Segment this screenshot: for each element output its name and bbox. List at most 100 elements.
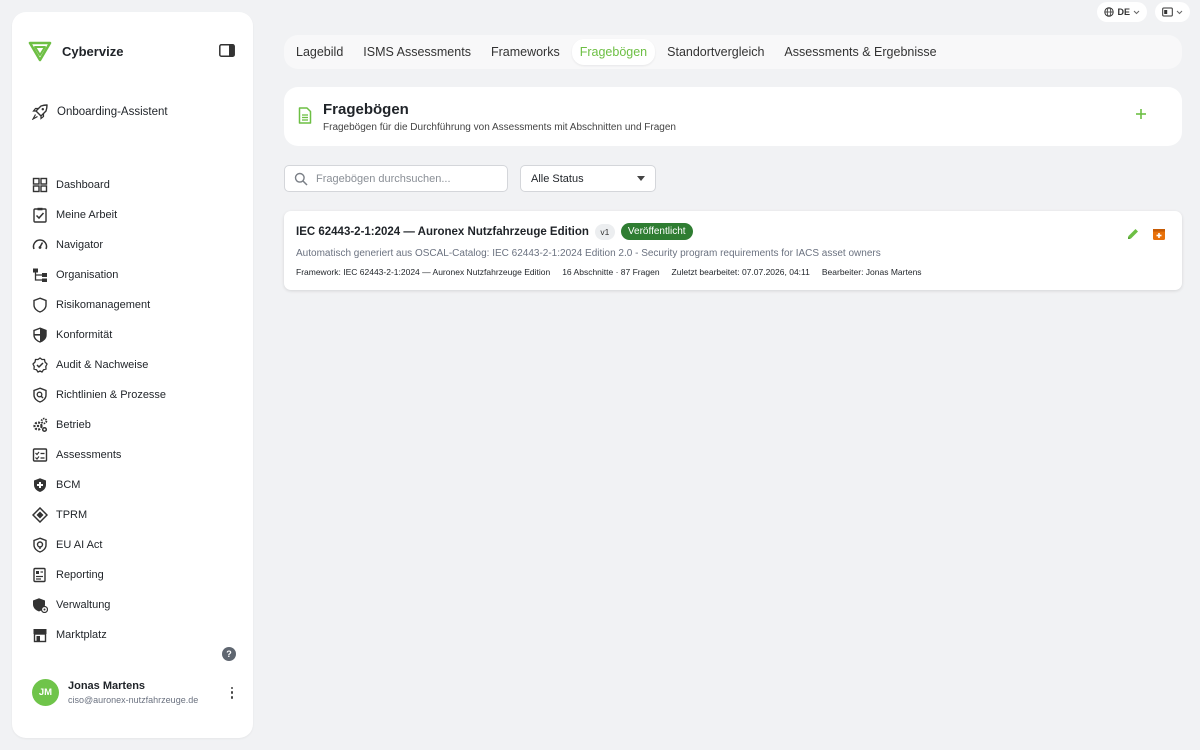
sidebar-item-navigator[interactable]: Navigator	[32, 230, 242, 260]
page-subtitle: Fragebögen für die Durchführung von Asse…	[323, 122, 676, 133]
gauge-icon	[32, 239, 48, 250]
user-profile[interactable]: JM Jonas Martens ciso@auronex-nutzfahrze…	[32, 679, 237, 706]
avatar: JM	[32, 679, 59, 706]
shield-outline-icon	[33, 297, 47, 313]
meta-framework: Framework: IEC 62443-2-1:2024 — Auronex …	[296, 267, 551, 277]
chevron-down-icon	[1133, 10, 1140, 14]
chevron-down-icon	[1176, 10, 1183, 14]
meta-last-edited: Zuletzt bearbeitet: 07.07.2026, 04:11	[671, 267, 810, 277]
tab-lagebild[interactable]: Lagebild	[288, 39, 351, 65]
dashboard-icon	[32, 177, 48, 193]
checklist-icon	[32, 448, 48, 462]
shield-search-icon	[33, 387, 47, 403]
tab-frameworks[interactable]: Frameworks	[483, 39, 568, 65]
caret-down-icon	[637, 176, 645, 181]
sidebar-item-label: Konformität	[56, 329, 113, 341]
add-questionnaire-button[interactable]	[1134, 107, 1148, 121]
sidebar-item-verwaltung[interactable]: Verwaltung	[32, 590, 242, 620]
sidebar-item-label: Reporting	[56, 569, 104, 581]
sidebar-item-label: Risikomanagement	[56, 299, 151, 311]
globe-icon	[1104, 7, 1115, 17]
page-header: Fragebögen Fragebögen für die Durchführu…	[284, 87, 1182, 146]
sidebar-item-label: Marktplatz	[56, 629, 107, 641]
sidebar-item-assessments[interactable]: Assessments	[32, 440, 242, 470]
sidebar-item-label: TPRM	[56, 509, 88, 521]
search-field[interactable]	[284, 165, 508, 192]
tab-frageboegen[interactable]: Fragebögen	[571, 39, 656, 65]
sidebar-item-reporting[interactable]: Reporting	[32, 560, 242, 590]
user-email: ciso@auronex-nutzfahrzeuge.de	[68, 695, 199, 705]
sidebar-item-tprm[interactable]: TPRM	[32, 500, 242, 530]
version-badge: v1	[594, 223, 615, 240]
search-icon	[294, 172, 308, 186]
onboarding-label: Onboarding-Assistent	[57, 106, 168, 118]
edit-pencil-icon[interactable]	[1126, 227, 1140, 241]
sidebar-item-betrieb[interactable]: Betrieb	[32, 410, 242, 440]
meta-counts: 16 Abschnitte · 87 Fragen	[562, 267, 660, 277]
shield-plus-icon	[34, 478, 46, 492]
layout-switcher[interactable]	[1155, 2, 1190, 22]
sidebar-item-richtlinien-prozesse[interactable]: Richtlinien & Prozesse	[32, 380, 242, 410]
window-icon	[1162, 7, 1173, 17]
sidebar-item-label: BCM	[56, 479, 81, 491]
sidebar-item-label: Verwaltung	[56, 599, 111, 611]
sidebar-item-meine-arbeit[interactable]: Meine Arbeit	[32, 200, 242, 230]
tab-isms-assessments[interactable]: ISMS Assessments	[355, 39, 479, 65]
user-name: Jonas Martens	[68, 680, 146, 692]
sidebar-item-dashboard[interactable]: Dashboard	[32, 170, 242, 200]
sidebar-item-label: Assessments	[56, 449, 122, 461]
questionnaire-card[interactable]: IEC 62443-2-1:2024 — Auronex Nutzfahrzeu…	[284, 211, 1182, 290]
questionnaire-title: IEC 62443-2-1:2024 — Auronex Nutzfahrzeu…	[296, 225, 589, 238]
sidebar-item-label: Navigator	[56, 239, 104, 251]
search-input[interactable]	[316, 172, 496, 185]
gears-icon	[33, 417, 48, 433]
sidebar-toggle-icon[interactable]	[219, 44, 235, 57]
sidebar-item-konformitaet[interactable]: Konformität	[32, 320, 242, 350]
sidebar-item-label: Richtlinien & Prozesse	[56, 389, 167, 401]
sidebar-item-marktplatz[interactable]: Marktplatz	[32, 620, 242, 650]
sidebar-item-audit-nachweise[interactable]: Audit & Nachweise	[32, 350, 242, 380]
sidebar-item-risikomanagement[interactable]: Risikomanagement	[32, 290, 242, 320]
tab-bar: Lagebild ISMS Assessments Frameworks Fra…	[284, 35, 1182, 69]
meta-editor: Bearbeiter: Jonas Martens	[821, 267, 922, 277]
language-switcher[interactable]: DE	[1097, 2, 1147, 22]
badge-check-icon	[32, 357, 48, 373]
page-title: Fragebögen	[323, 101, 409, 118]
tab-standortvergleich[interactable]: Standortvergleich	[659, 39, 772, 65]
org-chart-icon	[33, 268, 47, 282]
sidebar-item-label: Organisation	[56, 269, 119, 281]
cybervize-logo-icon	[28, 41, 52, 62]
sidebar-item-label: Meine Arbeit	[56, 209, 118, 221]
rocket-icon	[32, 104, 48, 120]
questionnaire-description: Automatisch generiert aus OSCAL-Catalog:…	[296, 248, 881, 259]
sidebar-item-label: EU AI Act	[56, 539, 103, 551]
sidebar: Cybervize Onboarding-Assistent Dashboard…	[12, 12, 253, 738]
shield-ai-icon	[33, 537, 47, 553]
sidebar-item-bcm[interactable]: BCM	[32, 470, 242, 500]
brand-name: Cybervize	[62, 43, 124, 59]
status-filter-select[interactable]: Alle Status	[520, 165, 656, 192]
sidebar-nav: Dashboard Meine Arbeit Navigator Organis…	[32, 170, 242, 650]
sidebar-item-label: Audit & Nachweise	[56, 359, 149, 371]
help-icon[interactable]: ?	[222, 647, 236, 661]
top-utility-bar: DE	[1097, 0, 1200, 24]
document-icon	[298, 107, 312, 124]
clipboard-check-icon	[33, 207, 47, 223]
sidebar-item-eu-ai-act[interactable]: EU AI Act	[32, 530, 242, 560]
sidebar-item-organisation[interactable]: Organisation	[32, 260, 242, 290]
status-filter-value: Alle Status	[531, 172, 584, 185]
brand[interactable]: Cybervize	[28, 40, 123, 62]
status-badge: Veröffentlicht	[620, 223, 693, 240]
user-menu-icon[interactable]	[227, 686, 237, 700]
tab-assessments-ergebnisse[interactable]: Assessments & Ergebnisse	[776, 39, 944, 65]
handshake-icon	[32, 507, 48, 523]
language-label: DE	[1117, 7, 1130, 17]
store-icon	[33, 629, 47, 643]
questionnaire-meta: Framework: IEC 62443-2-1:2024 — Auronex …	[296, 267, 922, 277]
shield-half-icon	[33, 327, 47, 343]
onboarding-assistant-link[interactable]: Onboarding-Assistent	[32, 104, 168, 120]
shield-user-icon	[33, 598, 48, 613]
delete-icon[interactable]	[1152, 227, 1166, 241]
sidebar-item-label: Dashboard	[56, 179, 110, 191]
sidebar-item-label: Betrieb	[56, 419, 91, 431]
